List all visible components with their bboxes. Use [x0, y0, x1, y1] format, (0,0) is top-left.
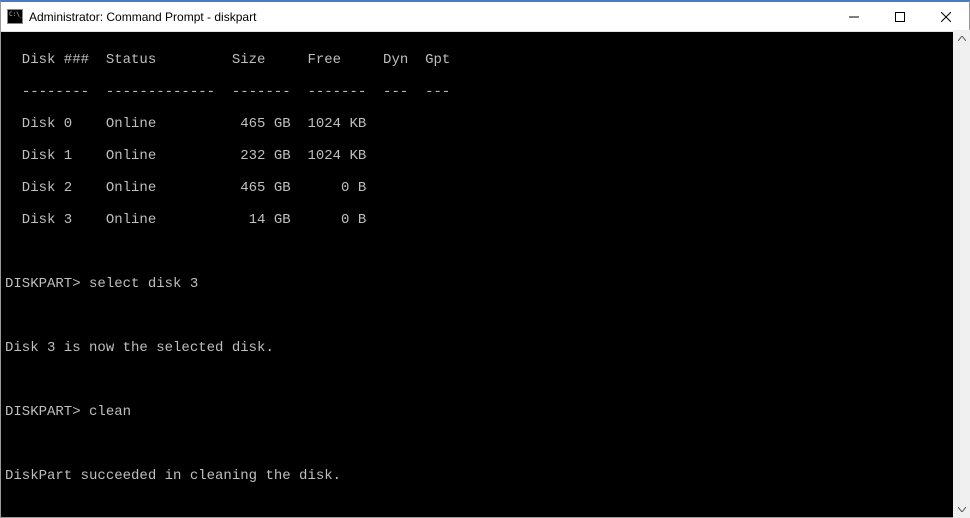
- blank-line: [5, 308, 969, 324]
- msg-disk-selected: Disk 3 is now the selected disk.: [5, 340, 969, 356]
- msg-clean: DiskPart succeeded in cleaning the disk.: [5, 468, 969, 484]
- table-divider: -------- ------------- ------- ------- -…: [5, 84, 969, 100]
- blank-line: [5, 372, 969, 388]
- prompt-line: DISKPART> clean: [5, 404, 969, 420]
- cmd-clean: clean: [81, 404, 131, 420]
- prompt-line: DISKPART> select disk 3: [5, 276, 969, 292]
- cmd-icon: [7, 9, 23, 24]
- vertical-scrollbar[interactable]: [953, 30, 970, 518]
- prompt: DISKPART>: [5, 276, 81, 292]
- table-row: Disk 0 Online 465 GB 1024 KB: [5, 116, 969, 132]
- cmd-select-disk: select disk 3: [81, 276, 199, 292]
- blank-line: [5, 500, 969, 516]
- window-title: Administrator: Command Prompt - diskpart: [29, 10, 831, 24]
- maximize-button[interactable]: [877, 2, 923, 31]
- close-button[interactable]: [923, 2, 969, 31]
- terminal-output[interactable]: Disk ### Status Size Free Dyn Gpt ------…: [1, 32, 969, 517]
- scroll-up-icon[interactable]: [953, 30, 970, 47]
- blank-line: [5, 244, 969, 260]
- window-controls: [831, 2, 969, 31]
- table-row: Disk 3 Online 14 GB 0 B: [5, 212, 969, 228]
- table-row: Disk 2 Online 465 GB 0 B: [5, 180, 969, 196]
- scrollbar-track[interactable]: [953, 47, 970, 501]
- scroll-down-icon[interactable]: [953, 501, 970, 518]
- table-header: Disk ### Status Size Free Dyn Gpt: [5, 52, 969, 68]
- blank-line: [5, 436, 969, 452]
- minimize-button[interactable]: [831, 2, 877, 31]
- table-row: Disk 1 Online 232 GB 1024 KB: [5, 148, 969, 164]
- prompt: DISKPART>: [5, 404, 81, 420]
- titlebar: Administrator: Command Prompt - diskpart: [1, 2, 969, 32]
